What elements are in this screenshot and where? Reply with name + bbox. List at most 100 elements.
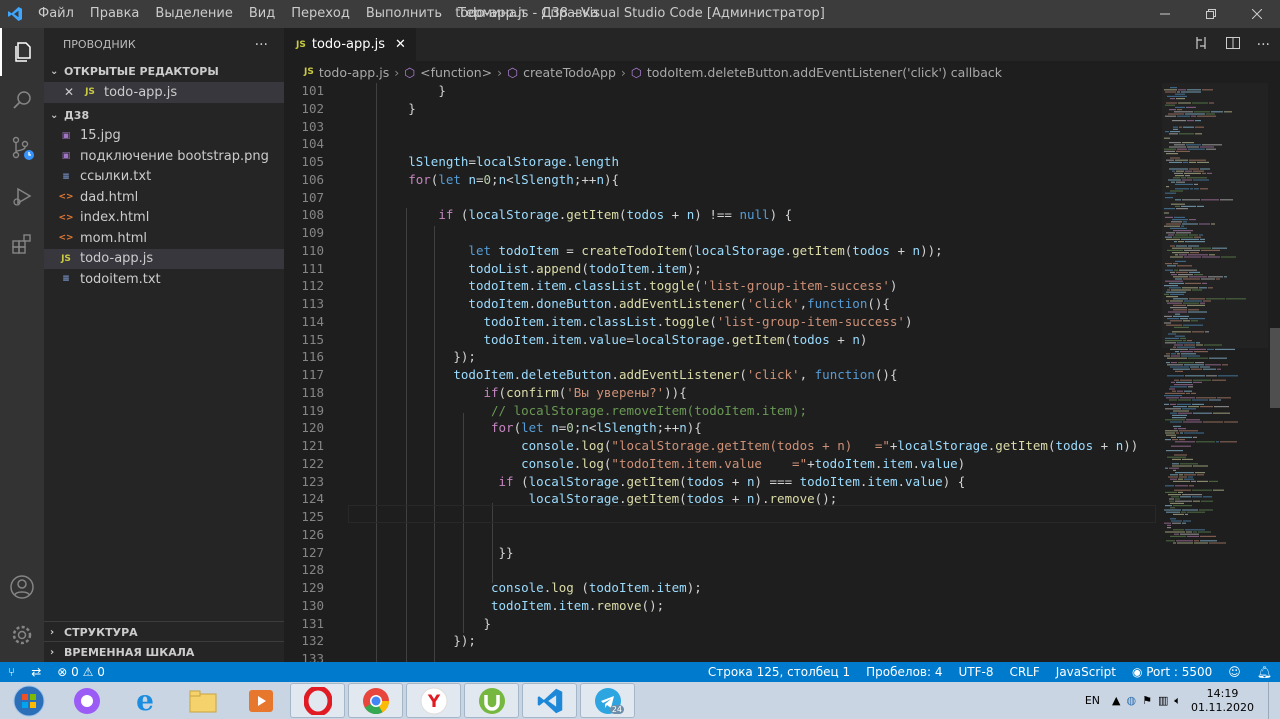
vscode-taskbar-icon[interactable]	[522, 683, 577, 718]
restore-button[interactable]	[1188, 0, 1234, 28]
minimize-button[interactable]	[1142, 0, 1188, 28]
file-item[interactable]: <> mom.html	[58, 228, 284, 249]
file-tree: ▣ 15.jpg ▣ подключение bootstrap.png ≡ ссыл…	[44, 126, 284, 290]
line-number: 123	[301, 473, 324, 489]
input-language[interactable]: EN	[1085, 694, 1100, 707]
split-editor-icon[interactable]	[1225, 35, 1241, 55]
menu-view[interactable]: Вид	[241, 0, 283, 28]
menu-selection[interactable]: Выделение	[147, 0, 240, 28]
source-control-icon[interactable]	[0, 124, 44, 172]
line-number: 116	[301, 349, 324, 365]
breadcrumb-file[interactable]: todo-app.js	[319, 65, 389, 80]
media-player-icon[interactable]	[232, 682, 290, 719]
network-icon[interactable]: ▥	[1158, 694, 1168, 707]
run-debug-icon[interactable]	[0, 172, 44, 220]
vscode-logo-icon	[0, 0, 30, 28]
breadcrumb: JS todo-app.js › ⬡ <function> › ⬡ create…	[284, 61, 1280, 83]
explorer-icon[interactable]	[0, 28, 44, 76]
account-icon[interactable]	[0, 563, 44, 611]
menu-file[interactable]: Файл	[30, 0, 82, 28]
file-item-selected[interactable]: JS todo-app.js	[44, 248, 284, 269]
extensions-icon[interactable]	[0, 220, 44, 268]
minimap[interactable]	[1162, 83, 1270, 662]
show-hidden-icons-icon[interactable]: ▲	[1112, 694, 1120, 707]
file-explorer-icon[interactable]	[174, 682, 232, 719]
code-line: }	[483, 615, 491, 631]
language-mode[interactable]: JavaScript	[1048, 665, 1124, 679]
flag-icon[interactable]: ⚑	[1142, 694, 1152, 707]
code-line: for(let n=0;n<lSlength;++n){	[491, 420, 702, 436]
file-item[interactable]: <> index.html	[58, 208, 284, 229]
close-tab-icon[interactable]: ✕	[395, 37, 406, 52]
search-icon[interactable]	[0, 76, 44, 124]
utorrent-icon[interactable]	[464, 683, 519, 718]
more-actions-icon[interactable]: ···	[255, 37, 268, 53]
line-ending[interactable]: CRLF	[1001, 665, 1047, 679]
show-desktop-button[interactable]	[1268, 682, 1280, 719]
code-line: localStorage.getItem(todos + n).remove()…	[528, 491, 838, 507]
settings-gear-icon[interactable]	[0, 611, 44, 659]
internet-explorer-icon[interactable]: e	[116, 682, 174, 719]
line-number: 111	[301, 260, 324, 276]
feedback-icon[interactable]: ☺	[1220, 665, 1249, 679]
close-icon[interactable]: ✕	[64, 85, 78, 99]
alice-icon[interactable]	[58, 682, 116, 719]
breadcrumb-function[interactable]: <function>	[420, 65, 492, 80]
menu-terminal[interactable]: Терминал	[450, 0, 533, 28]
source-control-branch-icon[interactable]: ⑂	[0, 665, 23, 679]
line-number: 108	[301, 207, 324, 223]
file-label: index.html	[80, 210, 150, 226]
line-number: 124	[301, 491, 324, 507]
folder-label: Д38	[64, 108, 90, 122]
text-file-icon: ≡	[62, 274, 70, 285]
line-number: 107	[301, 189, 324, 205]
start-button[interactable]	[0, 682, 58, 719]
line-number: 127	[301, 544, 324, 560]
sync-icon[interactable]: ◍	[1127, 694, 1137, 707]
code-line: });	[453, 633, 476, 649]
close-button[interactable]	[1234, 0, 1280, 28]
html-file-icon: <>	[58, 212, 74, 223]
more-actions-icon[interactable]: ···	[1257, 37, 1270, 53]
menu-go[interactable]: Переход	[283, 0, 358, 28]
file-item[interactable]: ▣ 15.jpg	[58, 126, 284, 147]
code-editor[interactable]: 101 } 102 } 103 104 105 lSlength=localStorag…	[284, 83, 1162, 662]
chevron-right-icon: ›	[620, 64, 626, 80]
indentation[interactable]: Пробелов: 4	[858, 665, 950, 679]
scrollbar-thumb[interactable]	[1270, 328, 1280, 408]
menu-edit[interactable]: Правка	[82, 0, 147, 28]
file-item[interactable]: ≡ ссылки.txt	[58, 167, 284, 188]
folder-section[interactable]: ⌄ Д38	[44, 105, 284, 126]
volume-icon[interactable]: 🔈︎	[1174, 694, 1181, 708]
vertical-scrollbar[interactable]	[1268, 83, 1280, 662]
remote-sync-icon[interactable]: ⇄	[23, 665, 49, 679]
code-line: todoItem.doneButton.addEventListener('cl…	[468, 296, 890, 311]
opera-icon[interactable]	[290, 683, 345, 718]
svg-text:Y: Y	[426, 692, 440, 712]
code-line: console.log("todoItem.item.value ="+todo…	[521, 455, 966, 471]
yandex-browser-icon[interactable]: Y	[406, 683, 461, 718]
file-item[interactable]: ≡ todoitem.txt	[58, 269, 284, 290]
outline-section[interactable]: › СТРУКТУРА	[44, 621, 284, 643]
chrome-icon[interactable]	[348, 683, 403, 718]
problems-indicator[interactable]: ⊗ 0 ⚠ 0	[49, 665, 113, 679]
line-number: 131	[301, 615, 324, 631]
timeline-section[interactable]: › ВРЕМЕННАЯ ШКАЛА	[44, 641, 284, 663]
notifications-bell-icon[interactable]: 🔔︎	[1249, 665, 1280, 679]
live-server-port[interactable]: ◉ Port : 5500	[1124, 665, 1220, 679]
clock[interactable]: 14:19 01.11.2020	[1191, 687, 1254, 715]
breadcrumb-createTodoApp[interactable]: createTodoApp	[523, 65, 616, 80]
telegram-icon[interactable]: 24	[580, 683, 635, 718]
open-changes-icon[interactable]	[1193, 35, 1209, 55]
tab-todo-app-js[interactable]: JS todo-app.js ✕	[284, 28, 416, 61]
cursor-position[interactable]: Строка 125, столбец 1	[700, 665, 858, 679]
breadcrumb-callback[interactable]: todoItem.deleteButton.addEventListener('…	[647, 65, 1002, 80]
encoding[interactable]: UTF-8	[950, 665, 1001, 679]
open-editors-section[interactable]: ⌄ ОТКРЫТЫЕ РЕДАКТОРЫ	[44, 61, 284, 82]
menu-help[interactable]: Справка	[533, 0, 606, 28]
code-line: if (localStorage.getItem(todos + n) === …	[498, 473, 966, 489]
menu-run[interactable]: Выполнить	[358, 0, 450, 28]
open-editor-item[interactable]: ✕ JS todo-app.js	[44, 82, 284, 103]
file-item[interactable]: <> dad.html	[58, 187, 284, 208]
file-item[interactable]: ▣ подключение bootstrap.png	[58, 146, 284, 167]
